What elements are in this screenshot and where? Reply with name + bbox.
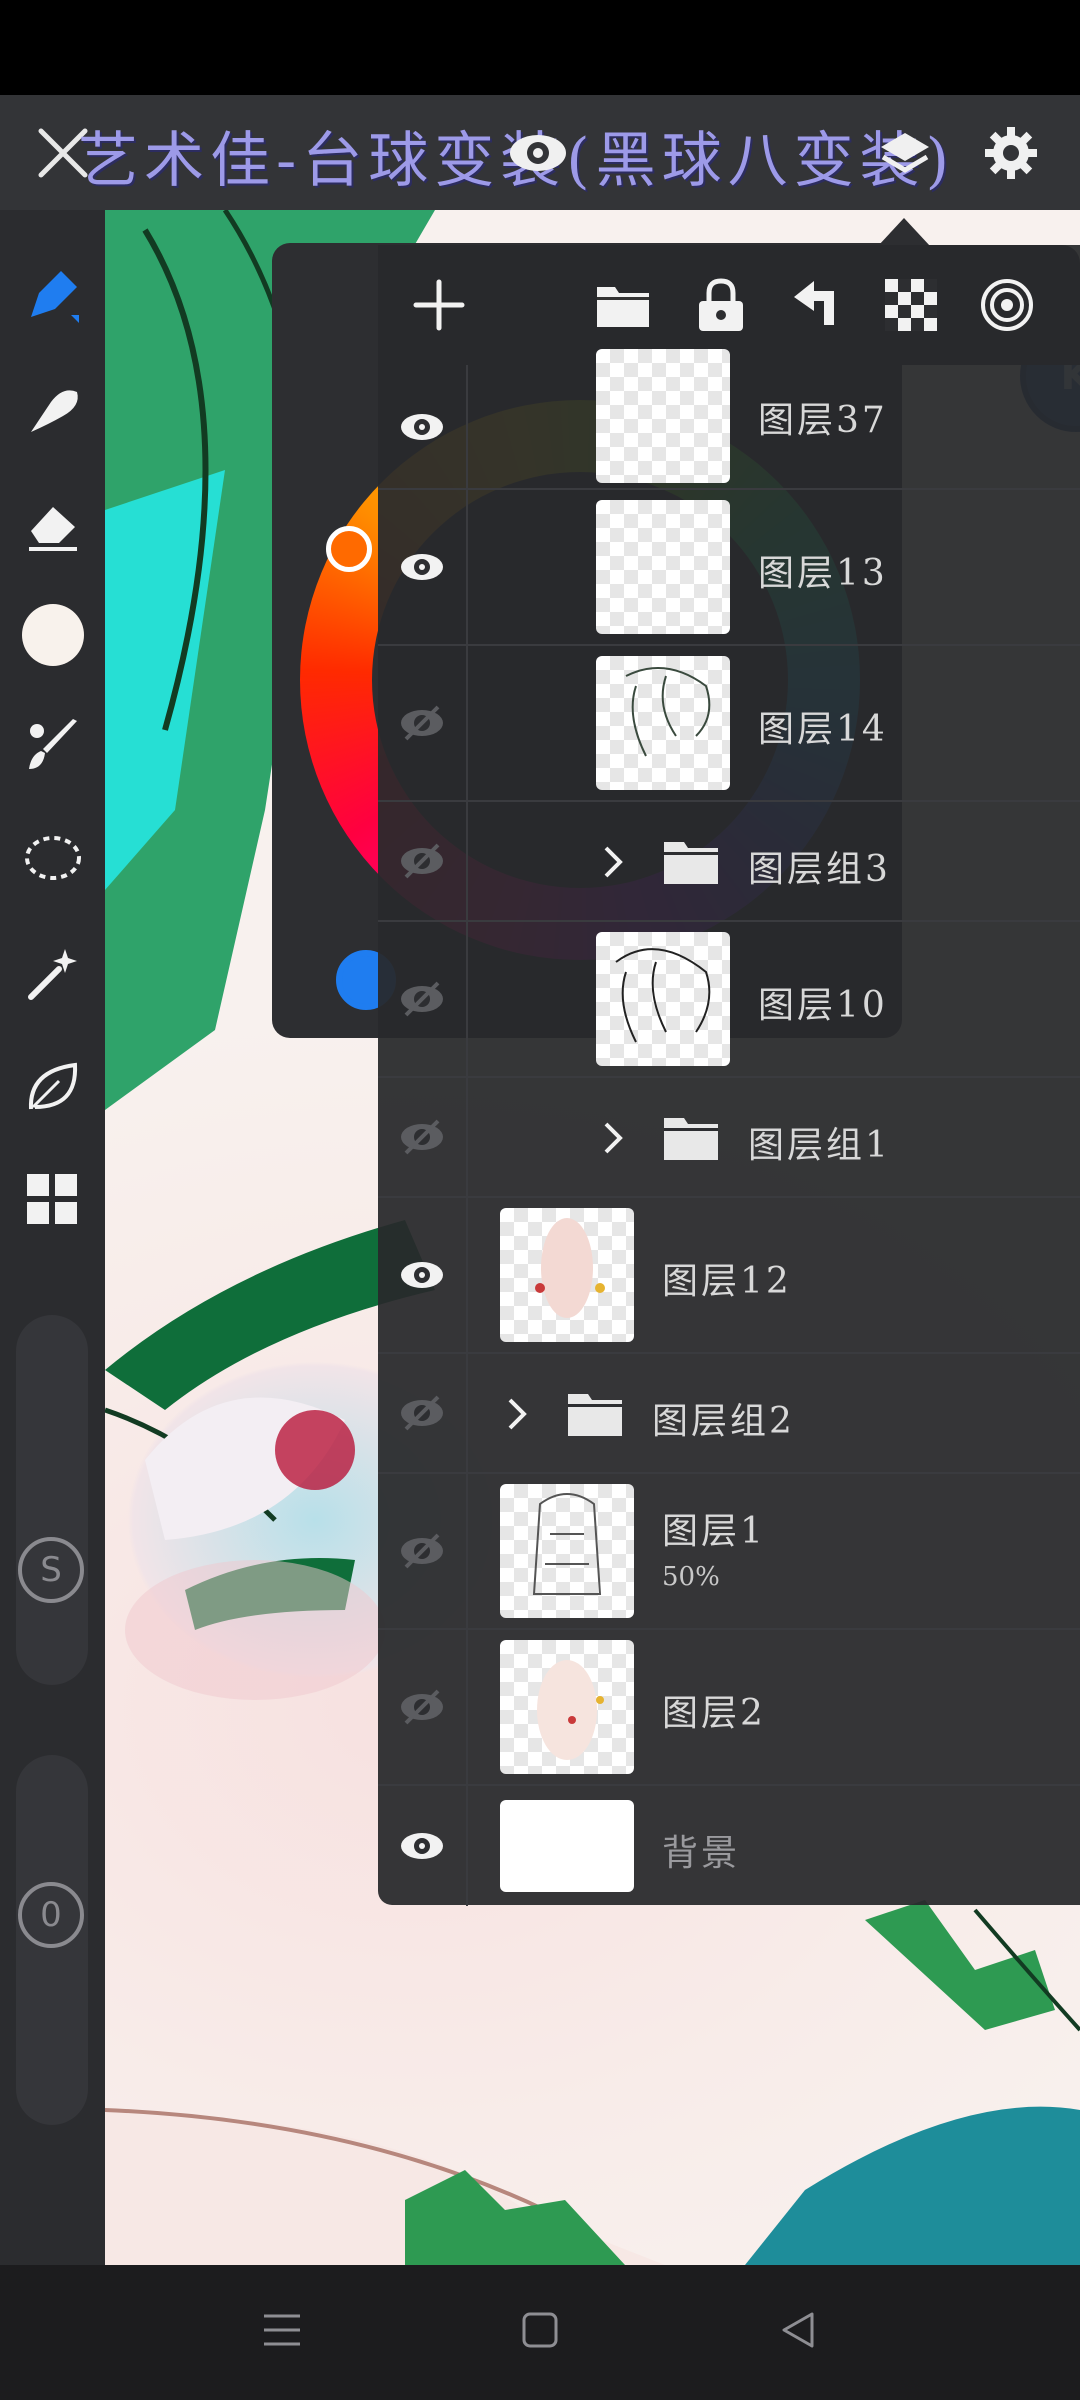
home-icon[interactable] — [510, 2300, 570, 2360]
size-slider-label: S — [18, 1537, 84, 1603]
chevron-right-icon[interactable] — [598, 1118, 628, 1158]
layer-row[interactable]: 图层13 — [378, 490, 1080, 646]
layer-thumbnail — [500, 1484, 634, 1618]
add-layer-icon[interactable] — [404, 270, 474, 340]
layer-row[interactable]: 图层10 — [378, 922, 1080, 1078]
folder-icon — [662, 838, 720, 886]
layer-name: 图层组1 — [748, 1125, 891, 1166]
visibility-toggle[interactable] — [378, 1198, 468, 1352]
layer-name: 图层2 — [662, 1693, 766, 1734]
status-bar — [0, 0, 1080, 95]
eye-hidden-icon — [401, 981, 443, 1017]
visibility-toggle[interactable] — [378, 802, 468, 920]
folder-icon — [662, 1114, 720, 1162]
layer-row[interactable]: 图层12 — [378, 1198, 1080, 1354]
color-wheel-knob[interactable] — [326, 526, 372, 572]
checkerboard-icon[interactable] — [876, 270, 946, 340]
brush-settings-icon[interactable] — [18, 710, 88, 780]
brush-size-slider[interactable] — [16, 1315, 88, 1685]
layer-thumbnail — [500, 1800, 634, 1892]
layer-thumbnail — [500, 1208, 634, 1342]
layer-name: 背景 — [662, 1833, 741, 1874]
layer-thumbnail — [596, 656, 730, 790]
layer-name: 图层12 — [662, 1261, 792, 1302]
layer-opacity: 50% — [662, 1562, 720, 1592]
eye-hidden-icon — [401, 1395, 443, 1431]
layer-group-row[interactable]: 图层组3 — [378, 802, 1080, 922]
target-icon[interactable] — [972, 270, 1042, 340]
eye-hidden-icon — [401, 1533, 443, 1569]
back-icon[interactable] — [768, 2300, 828, 2360]
visibility-toggle[interactable] — [378, 922, 468, 1076]
layer-name: 图层组2 — [652, 1401, 795, 1442]
chevron-right-icon[interactable] — [502, 1394, 532, 1434]
layer-thumbnail — [596, 500, 730, 634]
lock-icon[interactable] — [686, 270, 756, 340]
visibility-toggle[interactable] — [378, 1354, 468, 1472]
eye-icon — [401, 554, 443, 580]
left-toolbar: S 0 — [0, 210, 105, 2265]
layer-row[interactable]: 图层37 — [378, 349, 1080, 490]
layers-icon[interactable] — [870, 118, 940, 188]
layer-group-row[interactable]: 图层组2 — [378, 1354, 1080, 1474]
visibility-toggle[interactable] — [378, 646, 468, 800]
visibility-toggle[interactable] — [378, 365, 468, 488]
eye-icon[interactable] — [503, 118, 573, 188]
eye-hidden-icon — [401, 843, 443, 879]
eye-icon — [401, 413, 443, 440]
visibility-toggle[interactable] — [378, 490, 468, 644]
visibility-toggle[interactable] — [378, 1630, 468, 1784]
chevron-right-icon[interactable] — [598, 842, 628, 882]
visibility-toggle[interactable] — [378, 1078, 468, 1196]
layer-name: 图层组3 — [748, 849, 891, 890]
layer-name: 图层1 — [662, 1511, 766, 1552]
panel-caret — [878, 218, 930, 246]
magic-wand-icon[interactable] — [18, 938, 88, 1008]
folder-icon — [566, 1390, 624, 1438]
menu-icon[interactable] — [252, 2300, 312, 2360]
visibility-toggle[interactable] — [378, 1786, 468, 1906]
merge-down-icon[interactable] — [780, 270, 850, 340]
opacity-slider-label: 0 — [18, 1882, 84, 1948]
layer-thumbnail — [596, 932, 730, 1066]
color-swatch[interactable] — [18, 600, 88, 670]
eye-hidden-icon — [401, 705, 443, 741]
folder-icon[interactable] — [588, 270, 658, 340]
layer-row[interactable]: 图层2 — [378, 1630, 1080, 1786]
layer-row[interactable]: 图层1 50% — [378, 1474, 1080, 1630]
layer-name: 图层14 — [758, 709, 888, 750]
layer-thumbnail — [500, 1640, 634, 1774]
layer-name: 图层10 — [758, 985, 888, 1026]
grid-icon[interactable] — [18, 1165, 88, 1235]
eraser-icon[interactable] — [18, 490, 88, 560]
layer-name: 图层13 — [758, 553, 888, 594]
leaf-icon[interactable] — [18, 1052, 88, 1122]
layer-row[interactable]: 图层14 — [378, 646, 1080, 802]
eye-hidden-icon — [401, 1689, 443, 1725]
eye-icon — [401, 1833, 443, 1859]
eye-hidden-icon — [401, 1119, 443, 1155]
layer-name: 图层37 — [758, 400, 888, 441]
pen-icon[interactable] — [18, 260, 88, 330]
gear-icon[interactable] — [976, 118, 1046, 188]
layer-thumbnail — [596, 349, 730, 483]
lasso-icon[interactable] — [18, 825, 88, 895]
layer-row-background[interactable]: 背景 — [378, 1786, 1080, 1906]
smudge-icon[interactable] — [18, 375, 88, 445]
visibility-toggle[interactable] — [378, 1474, 468, 1628]
layer-group-row[interactable]: 图层组1 — [378, 1078, 1080, 1198]
eye-icon — [401, 1262, 443, 1288]
